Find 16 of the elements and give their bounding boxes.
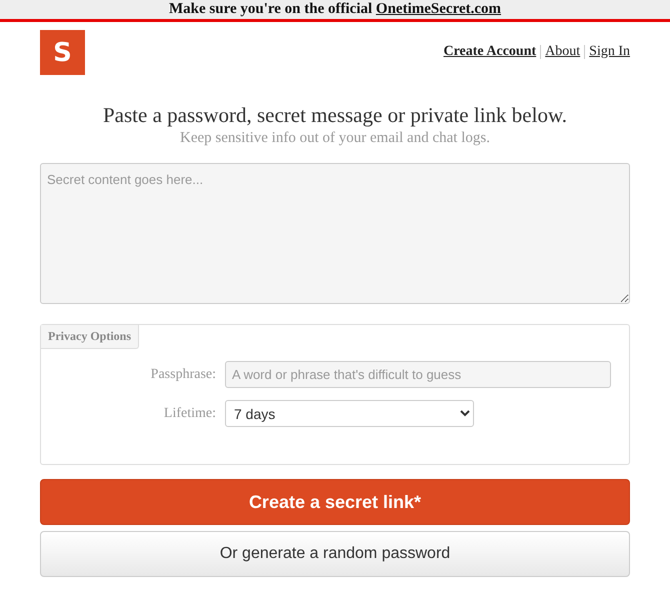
create-link-button[interactable]: Create a secret link*	[40, 479, 630, 525]
nav-link[interactable]: Sign In	[584, 45, 630, 59]
logo[interactable]: S	[40, 30, 85, 75]
page-subheading: Keep sensitive info out of your email and chat logs.	[179, 130, 491, 147]
page-heading: Paste a password, secret message or private link below.	[102, 103, 568, 128]
banner-link[interactable]: OnetimeSecret.com	[376, 1, 502, 17]
secret-field[interactable]: Secret content goes here...	[40, 163, 630, 304]
lifetime-select[interactable]: 7 days	[225, 400, 474, 427]
nav-link[interactable]: About	[540, 45, 584, 59]
privacy-options-legend: Privacy Options	[41, 325, 139, 349]
lifetime-label: Lifetime:	[162, 406, 216, 422]
passphrase-label: Passphrase:	[150, 366, 216, 382]
generate-password-button[interactable]: Or generate a random password	[40, 531, 630, 577]
banner-text: Make sure you're on the official OnetimeSecret.com	[168, 1, 502, 18]
nav-link[interactable]: Create Account	[439, 45, 540, 59]
passphrase-field[interactable]: A word or phrase that's difficult to guess	[225, 361, 611, 388]
